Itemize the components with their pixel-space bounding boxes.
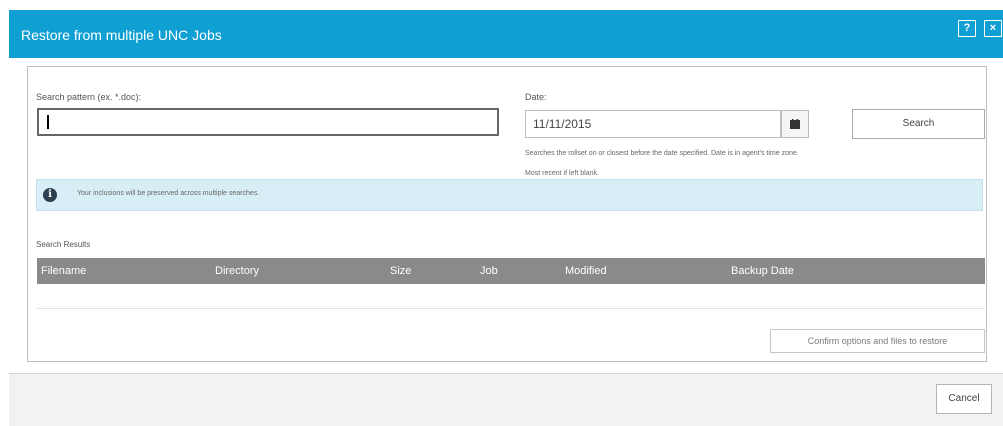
search-pattern-input[interactable]	[37, 108, 499, 136]
column-header-size[interactable]: Size	[390, 265, 411, 277]
results-table-header: Filename Directory Size Job Modified Bac…	[37, 258, 985, 284]
cancel-button[interactable]: Cancel	[936, 384, 992, 414]
column-header-filename[interactable]: Filename	[41, 265, 86, 277]
column-header-directory[interactable]: Directory	[215, 265, 259, 277]
column-header-job[interactable]: Job	[480, 265, 498, 277]
help-button[interactable]: ?	[958, 20, 976, 37]
search-results-label: Search Results	[36, 240, 91, 249]
dialog-title: Restore from multiple UNC Jobs	[21, 27, 222, 43]
results-divider	[37, 308, 985, 309]
column-header-modified[interactable]: Modified	[565, 265, 607, 277]
info-banner: i Your inclusions will be preserved acro…	[36, 179, 983, 211]
text-caret	[47, 115, 49, 129]
info-text: Your inclusions will be preserved across…	[77, 190, 260, 197]
search-pattern-label: Search pattern (ex. *.doc):	[36, 92, 142, 102]
search-panel: Search pattern (ex. *.doc): Date: 11/11/…	[27, 66, 987, 362]
footer-divider	[9, 373, 1003, 374]
restore-dialog: Restore from multiple UNC Jobs ? × Searc…	[9, 10, 1003, 426]
search-button[interactable]: Search	[852, 109, 985, 139]
dialog-content: Search pattern (ex. *.doc): Date: 11/11/…	[9, 58, 1003, 373]
dialog-title-bar: Restore from multiple UNC Jobs ? ×	[9, 10, 1003, 58]
date-hint: Searches the rollset on or closest befor…	[525, 150, 799, 177]
close-button[interactable]: ×	[984, 20, 1002, 37]
date-input[interactable]: 11/11/2015	[525, 110, 781, 138]
calendar-icon	[790, 119, 800, 129]
confirm-restore-button[interactable]: Confirm options and files to restore	[770, 329, 985, 353]
calendar-button[interactable]	[781, 110, 809, 138]
column-header-backup-date[interactable]: Backup Date	[731, 265, 794, 277]
info-icon: i	[43, 188, 57, 202]
date-label: Date:	[525, 92, 547, 102]
